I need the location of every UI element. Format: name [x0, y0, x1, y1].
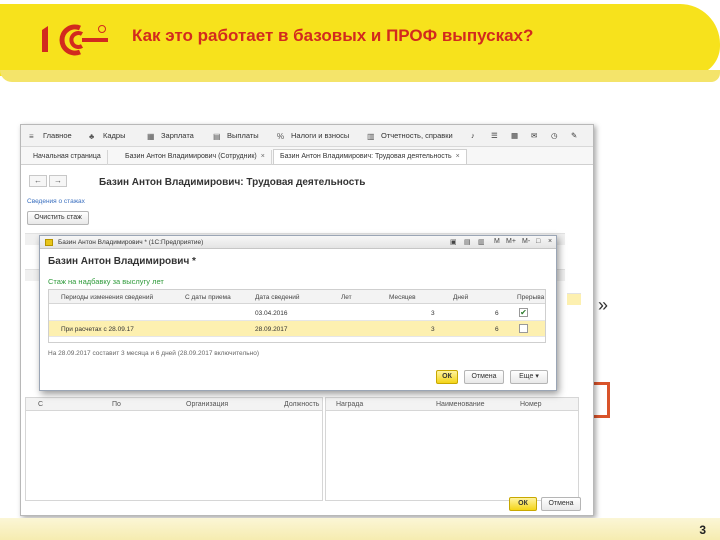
print-icon[interactable]: ▣ [450, 238, 457, 246]
cancel-button[interactable]: Отмена [541, 497, 581, 511]
dialog-titlebar: Базин Антон Владимирович * (1С:Предприят… [40, 236, 556, 249]
tool-icon-1[interactable]: ♪ [471, 131, 475, 140]
menu-item-payments[interactable]: ▤ Выплаты [213, 131, 259, 141]
1c-logo [42, 24, 108, 56]
dialog-section-title: Стаж на надбавку за выслугу лет [48, 277, 164, 286]
seniority-summary: На 28.09.2017 составит 3 месяца и 6 дней… [48, 350, 260, 357]
interruption-checkbox[interactable] [519, 324, 528, 333]
tool-icon-2[interactable]: ☰ [491, 131, 498, 140]
history-icon[interactable]: ◷ [551, 131, 558, 140]
dialog-heading: Базин Антон Владимирович * [48, 256, 196, 267]
menu-item-hr[interactable]: ♣ Кадры [89, 131, 125, 141]
clear-stazh-button[interactable]: Очистить стаж [27, 211, 89, 225]
dialog-more-button[interactable]: Еще ▾ [510, 370, 548, 384]
calendar-icon[interactable]: ▥ [478, 238, 485, 246]
back-button[interactable]: ← [29, 175, 47, 187]
work-history-grid-header: С По Организация Должность [25, 397, 323, 411]
ok-button[interactable]: ОК [509, 497, 537, 511]
interruption-checkbox[interactable]: ✔ [519, 308, 528, 317]
awards-grid[interactable] [325, 411, 579, 501]
seniority-table: Периоды изменения сведений С даты приема… [48, 289, 546, 343]
close-icon[interactable]: × [261, 153, 265, 160]
close-icon[interactable]: × [548, 238, 552, 245]
stazh-link[interactable]: Сведения о стажах [27, 198, 85, 205]
tab-bar: Начальная страница Базин Антон Владимиро… [21, 147, 593, 165]
1c-app-icon [45, 239, 53, 246]
dialog-ok-button[interactable]: ОК [436, 370, 458, 384]
close-icon[interactable]: × [456, 153, 460, 160]
footer-band [0, 518, 720, 540]
percent-icon: % [277, 132, 285, 141]
table-row[interactable]: 03.04.2016 3 6 ✔ [49, 305, 545, 321]
tab-work-activity[interactable]: Базин Антон Владимирович: Трудовая деяте… [273, 149, 467, 164]
work-history-grid[interactable] [25, 411, 323, 501]
forward-button[interactable]: → [49, 175, 67, 187]
menu-icon: ≡ [29, 132, 34, 141]
page-number: 3 [699, 523, 706, 537]
maximize-icon[interactable]: □ [536, 238, 540, 245]
dialog-cancel-button[interactable]: Отмена [464, 370, 504, 384]
calculator-icon: ▦ [147, 132, 155, 141]
seniority-dialog: Базин Антон Владимирович * (1С:Предприят… [39, 235, 557, 391]
slide-title: Как это работает в базовых и ПРОФ выпуск… [132, 26, 534, 45]
cash-icon: ▤ [213, 132, 221, 141]
menu-item-taxes[interactable]: % Налоги и взносы [277, 131, 349, 141]
menu-item-main[interactable]: ≡ Главное [29, 131, 72, 141]
edit-icon[interactable]: ✎ [571, 131, 577, 140]
form-title: Базин Антон Владимирович: Трудовая деяте… [99, 177, 366, 188]
awards-grid-header: Награда Наименование Номер [325, 397, 579, 411]
people-icon: ♣ [89, 132, 95, 141]
section-menu: ≡ Главное ♣ Кадры ▦ Зарплата ▤ Выплаты % Нало… [21, 125, 593, 147]
menu-item-salary[interactable]: ▦ Зарплата [147, 131, 194, 141]
report-icon: ▥ [367, 132, 375, 141]
background-bracket [594, 382, 610, 418]
save-icon[interactable]: ▤ [464, 238, 471, 246]
grid-icon[interactable]: ▦ [511, 131, 518, 140]
memory-minus-button[interactable]: M- [522, 238, 530, 245]
table-row-selected[interactable]: При расчетах с 28.09.17 28.09.2017 3 6 [49, 321, 545, 337]
table-header: Периоды изменения сведений С даты приема… [49, 290, 545, 304]
background-row-selected [567, 293, 581, 305]
app-window: ≡ Главное ♣ Кадры ▦ Зарплата ▤ Выплаты % Нало… [20, 124, 594, 516]
background-quote-mark: » [598, 295, 609, 315]
memory-plus-button[interactable]: M+ [506, 238, 516, 245]
mail-icon[interactable]: ✉ [531, 131, 537, 140]
tab-employee[interactable]: Базин Антон Владимирович (Сотрудник) × [119, 150, 272, 165]
memory-m-button[interactable]: M [494, 238, 500, 245]
tab-home[interactable]: Начальная страница [27, 150, 108, 165]
menu-item-reports[interactable]: ▥ Отчетность, справки [367, 131, 453, 141]
